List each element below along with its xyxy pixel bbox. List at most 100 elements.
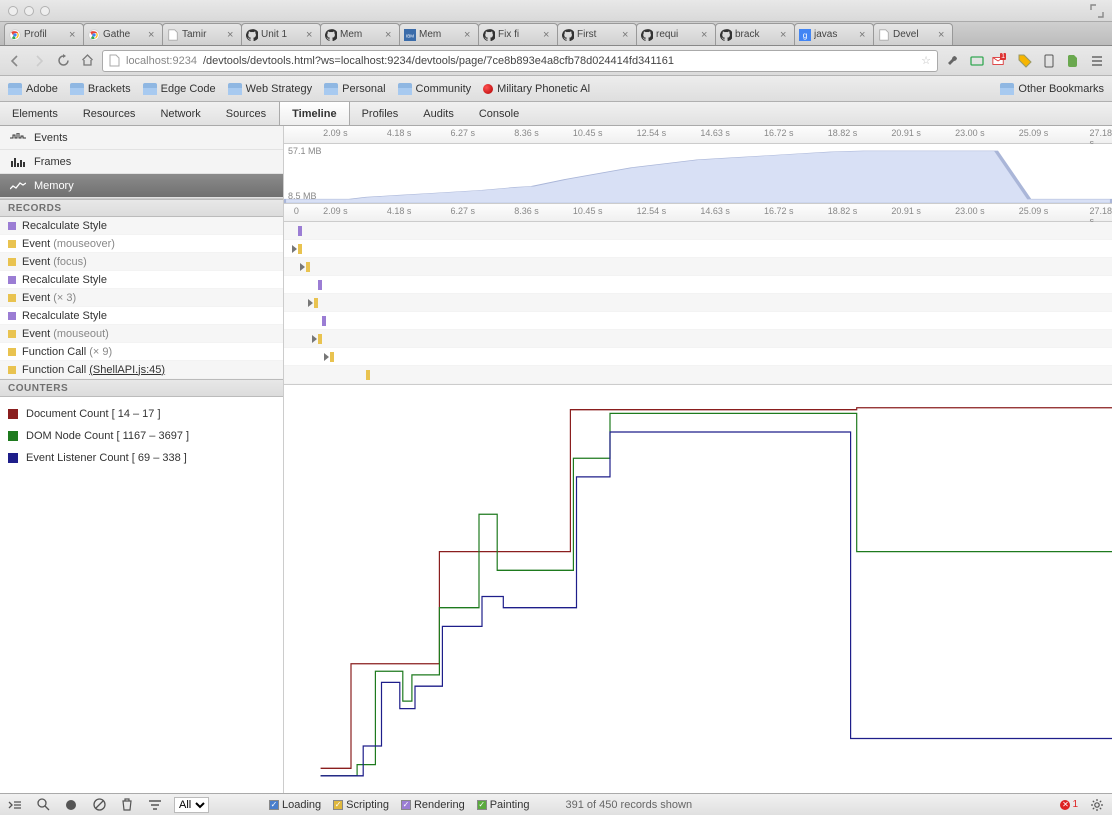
tab-close-icon[interactable]: × <box>69 29 79 41</box>
fullscreen-icon[interactable] <box>1090 4 1104 18</box>
record-row[interactable]: Event (mouseover) <box>0 235 283 253</box>
tab-close-icon[interactable]: × <box>859 29 869 41</box>
expand-triangle-icon[interactable] <box>292 245 297 253</box>
bookmark-folder[interactable]: Web Strategy <box>228 83 312 95</box>
tab-close-icon[interactable]: × <box>938 29 948 41</box>
tab-close-icon[interactable]: × <box>543 29 553 41</box>
browser-tab[interactable]: gjavas× <box>794 23 874 45</box>
browser-tab[interactable]: Mem× <box>320 23 400 45</box>
view-tab-events[interactable]: Events <box>0 126 283 150</box>
flame-mark[interactable] <box>318 280 322 290</box>
record-row[interactable]: Recalculate Style <box>0 217 283 235</box>
expand-triangle-icon[interactable] <box>312 335 317 343</box>
bookmark-folder[interactable]: Edge Code <box>143 83 216 95</box>
browser-tab[interactable]: requi× <box>636 23 716 45</box>
tab-close-icon[interactable]: × <box>780 29 790 41</box>
tab-close-icon[interactable]: × <box>622 29 632 41</box>
ext-gmail-icon[interactable]: 1 <box>992 52 1010 70</box>
flame-mark[interactable] <box>314 298 318 308</box>
flame-mark[interactable] <box>322 316 326 326</box>
legend-painting[interactable]: ✓Painting <box>477 799 530 811</box>
flame-ruler[interactable]: 02.09 s4.18 s6.27 s8.36 s10.45 s12.54 s1… <box>284 204 1112 222</box>
browser-tab[interactable]: IBMMem× <box>399 23 479 45</box>
devtools-tab-console[interactable]: Console <box>467 102 532 125</box>
tab-close-icon[interactable]: × <box>227 29 237 41</box>
flame-mark[interactable] <box>306 262 310 272</box>
record-icon[interactable] <box>62 796 80 814</box>
bookmark-folder[interactable]: Community <box>398 83 472 95</box>
bookmark-star-icon[interactable]: ☆ <box>921 54 931 67</box>
browser-tab[interactable]: Fix fi× <box>478 23 558 45</box>
record-row[interactable]: Event (focus) <box>0 253 283 271</box>
browser-tab[interactable]: First× <box>557 23 637 45</box>
counter-row[interactable]: DOM Node Count [ 1167 – 3697 ] <box>8 425 275 447</box>
devtools-tab-audits[interactable]: Audits <box>411 102 467 125</box>
legend-scripting[interactable]: ✓Scripting <box>333 799 389 811</box>
traffic-light-close[interactable] <box>8 6 18 16</box>
record-row[interactable]: Recalculate Style <box>0 307 283 325</box>
devtools-tab-profiles[interactable]: Profiles <box>350 102 412 125</box>
ext-phone-icon[interactable] <box>1040 52 1058 70</box>
tab-close-icon[interactable]: × <box>385 29 395 41</box>
bookmark-folder[interactable]: Brackets <box>70 83 131 95</box>
ext-evernote-icon[interactable] <box>1064 52 1082 70</box>
browser-tab[interactable]: Profil× <box>4 23 84 45</box>
flame-area[interactable] <box>284 222 1112 384</box>
counters-chart[interactable] <box>284 384 1112 793</box>
bookmark-item[interactable]: Military Phonetic Al <box>483 83 590 95</box>
tab-close-icon[interactable]: × <box>306 29 316 41</box>
expand-triangle-icon[interactable] <box>308 299 313 307</box>
menu-icon[interactable] <box>1088 52 1106 70</box>
traffic-light-zoom[interactable] <box>40 6 50 16</box>
error-badge[interactable]: ✕1 <box>1060 799 1078 810</box>
filter-select[interactable]: All <box>174 797 209 813</box>
view-tab-frames[interactable]: Frames <box>0 150 283 174</box>
tab-close-icon[interactable]: × <box>464 29 474 41</box>
ext-drive-icon[interactable] <box>968 52 986 70</box>
flame-mark[interactable] <box>330 352 334 362</box>
flame-mark[interactable] <box>318 334 322 344</box>
memory-overview[interactable]: 57.1 MB 8.5 MB <box>284 144 1112 204</box>
overview-ruler[interactable]: 2.09 s4.18 s6.27 s8.36 s10.45 s12.54 s14… <box>284 126 1112 144</box>
counter-row[interactable]: Document Count [ 14 – 17 ] <box>8 403 275 425</box>
devtools-tab-timeline[interactable]: Timeline <box>279 102 349 125</box>
bookmark-folder[interactable]: Adobe <box>8 83 58 95</box>
record-row[interactable]: Event (× 3) <box>0 289 283 307</box>
flame-mark[interactable] <box>366 370 370 380</box>
other-bookmarks[interactable]: Other Bookmarks <box>1000 83 1104 95</box>
devtools-tab-sources[interactable]: Sources <box>214 102 279 125</box>
browser-tab[interactable]: brack× <box>715 23 795 45</box>
record-row[interactable]: Event (mouseout) <box>0 325 283 343</box>
browser-tab[interactable]: Tamir× <box>162 23 242 45</box>
tab-close-icon[interactable]: × <box>148 29 158 41</box>
record-row[interactable]: Recalculate Style <box>0 271 283 289</box>
record-row[interactable]: Function Call (ShellAPI.js:45) <box>0 361 283 379</box>
flame-mark[interactable] <box>298 244 302 254</box>
bookmark-folder[interactable]: Personal <box>324 83 385 95</box>
browser-tab[interactable]: Unit 1× <box>241 23 321 45</box>
browser-tab[interactable]: Devel× <box>873 23 953 45</box>
ext-wrench-icon[interactable] <box>944 52 962 70</box>
legend-rendering[interactable]: ✓Rendering <box>401 799 465 811</box>
ext-tag-icon[interactable] <box>1016 52 1034 70</box>
flame-mark[interactable] <box>298 226 302 236</box>
counter-row[interactable]: Event Listener Count [ 69 – 338 ] <box>8 447 275 469</box>
records-list[interactable]: Recalculate StyleEvent (mouseover)Event … <box>0 217 283 379</box>
record-row[interactable]: Function Call (× 9) <box>0 343 283 361</box>
gc-icon[interactable] <box>118 796 136 814</box>
clear-icon[interactable] <box>90 796 108 814</box>
back-button[interactable] <box>6 52 24 70</box>
expand-triangle-icon[interactable] <box>324 353 329 361</box>
settings-gear-icon[interactable] <box>1088 796 1106 814</box>
reload-button[interactable] <box>54 52 72 70</box>
traffic-light-min[interactable] <box>24 6 34 16</box>
view-tab-memory[interactable]: Memory <box>0 174 283 198</box>
devtools-tab-network[interactable]: Network <box>148 102 213 125</box>
devtools-tab-elements[interactable]: Elements <box>0 102 71 125</box>
legend-loading[interactable]: ✓Loading <box>269 799 321 811</box>
forward-button[interactable] <box>30 52 48 70</box>
browser-tab[interactable]: Gathe× <box>83 23 163 45</box>
search-icon[interactable] <box>34 796 52 814</box>
drawer-toggle-icon[interactable] <box>6 796 24 814</box>
omnibox[interactable]: localhost:9234/devtools/devtools.html?ws… <box>102 50 938 72</box>
